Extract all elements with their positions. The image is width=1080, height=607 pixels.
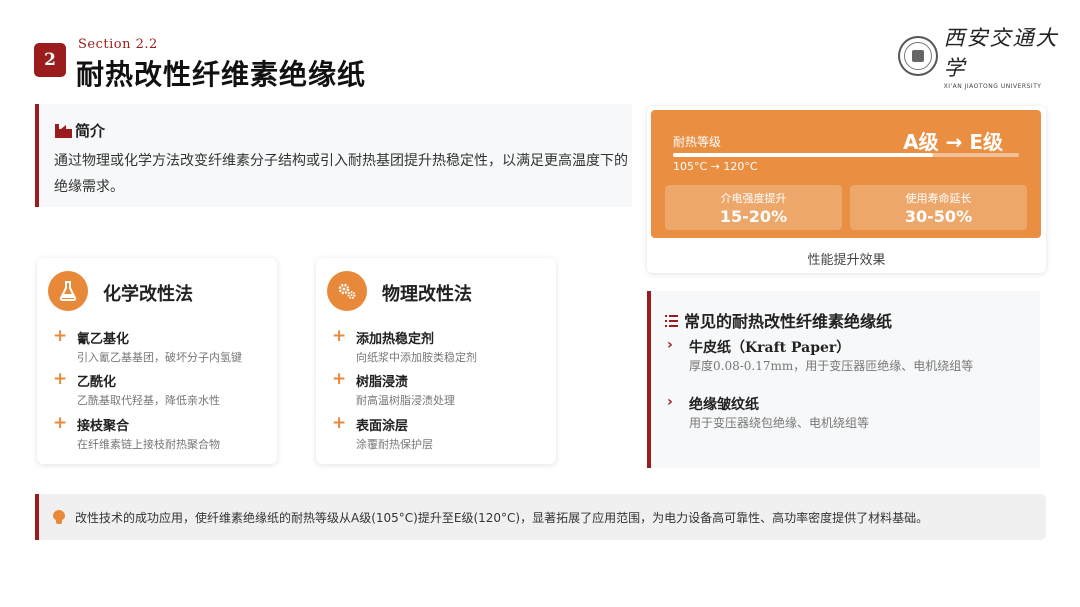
logo-chinese-name: 西安交通大学 [943,26,1059,80]
item-desc: 涂覆耐热保护层 [356,438,433,451]
item-desc: 乙酰基取代羟基，降低亲水性 [77,394,220,407]
page-title: 耐热改性纤维素绝缘纸 [76,58,367,91]
intro-title: 简介 [75,122,106,140]
chemical-method-title: 化学改性法 [103,284,193,305]
logo-english-name: XI'AN JIAOTONG UNIVERSITY [943,83,1042,90]
item-desc: 在纤维素链上接枝耐热聚合物 [77,438,220,451]
physical-method-card: 物理改性法 + 添加热稳定剂 向纸浆中添加胺类稳定剂 + 树脂浸渍 耐高温树脂浸… [316,258,556,464]
stat-label: 使用寿命延长 [905,192,972,205]
paper-name: 绝缘皱纹纸 [689,397,759,413]
plus-icon: + [332,413,347,433]
lightbulb-icon [53,510,65,524]
temperature-range: 105°C → 120°C [673,160,758,173]
item-name: 接枝聚合 [77,419,130,434]
performance-caption: 性能提升效果 [807,253,886,268]
chevron-right-icon: › [667,394,673,410]
plus-icon: + [53,413,68,433]
plus-icon: + [53,326,68,346]
stat-value: 30-50% [904,207,973,226]
paper-name: 牛皮纸（Kraft Paper） [689,340,851,356]
item-desc: 向纸浆中添加胺类稳定剂 [356,351,477,364]
performance-panel: 耐热等级 A级 → E级 105°C → 120°C 介电强度提升 15-20%… [647,106,1046,273]
heat-grade-value: A级 → E级 [903,130,1003,154]
common-papers-title: 常见的耐热改性纤维素绝缘纸 [684,312,893,331]
heat-grade-progress-fill [673,153,933,157]
paper-desc: 用于变压器绕包绝缘、电机绕组等 [689,416,870,430]
intro-box: 简介 通过物理或化学方法改变纤维素分子结构或引入耐热基团提升热稳定性，以满足更高… [35,104,632,207]
chevron-right-icon: › [667,337,673,353]
performance-highlight: 耐热等级 A级 → E级 105°C → 120°C 介电强度提升 15-20%… [651,110,1041,238]
university-seal-icon [898,36,938,76]
plus-icon: + [332,326,347,346]
factory-icon [55,123,72,138]
summary-note-text: 改性技术的成功应用，使纤维素绝缘纸的耐热等级从A级(105°C)提升至E级(12… [75,510,929,525]
plus-icon: + [53,369,68,389]
section-label: Section 2.2 [78,37,158,52]
section-number-badge: 2 [34,43,66,77]
item-desc: 耐高温树脂浸渍处理 [356,394,455,407]
common-papers-box: 常见的耐热改性纤维素绝缘纸 › 牛皮纸（Kraft Paper） 厚度0.08-… [647,291,1040,468]
item-name: 乙酰化 [77,375,117,390]
heat-grade-label: 耐热等级 [673,135,722,149]
stat-service-life: 使用寿命延长 30-50% [850,185,1027,230]
stat-label: 介电强度提升 [720,192,787,205]
flask-icon [48,271,88,311]
item-name: 树脂浸渍 [356,375,409,390]
gears-icon [327,271,367,311]
heat-grade-progress-track [673,153,1019,157]
plus-icon: + [332,369,347,389]
university-logo: 西安交通大学 XI'AN JIAOTONG UNIVERSITY [898,22,1080,90]
summary-note: 改性技术的成功应用，使纤维素绝缘纸的耐热等级从A级(105°C)提升至E级(12… [35,494,1046,540]
stat-dielectric-strength: 介电强度提升 15-20% [665,185,842,230]
paper-desc: 厚度0.08-0.17mm，用于变压器匝绝缘、电机绕组等 [689,359,974,373]
intro-text: 通过物理或化学方法改变纤维素分子结构或引入耐热基团提升热稳定性，以满足更高温度下… [54,153,628,195]
physical-method-title: 物理改性法 [382,284,472,305]
chemical-method-card: 化学改性法 + 氰乙基化 引入氰乙基基团，破坏分子内氢键 + 乙酰化 乙酰基取代… [37,258,277,464]
item-name: 添加热稳定剂 [356,332,435,347]
item-name: 表面涂层 [356,419,409,434]
item-name: 氰乙基化 [77,332,130,347]
stat-value: 15-20% [719,207,788,226]
list-icon [665,314,678,327]
item-desc: 引入氰乙基基团，破坏分子内氢键 [77,351,242,364]
